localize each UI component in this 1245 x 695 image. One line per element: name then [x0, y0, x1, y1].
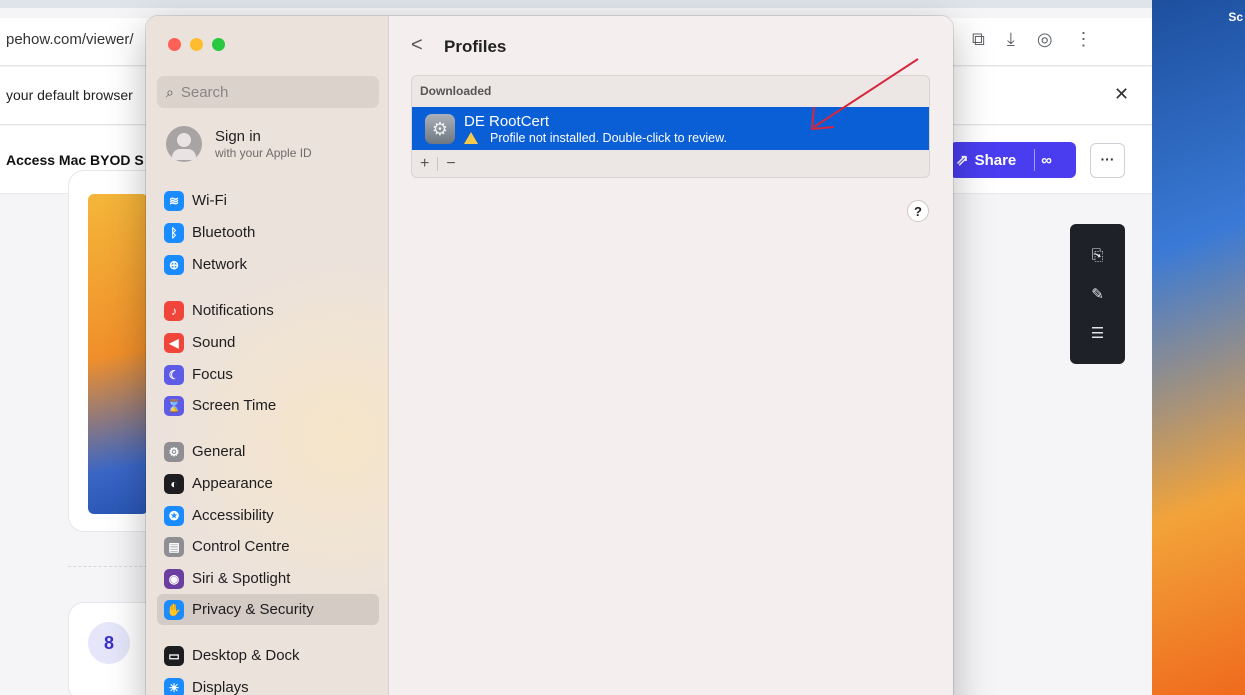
sidebar-item-label: General — [192, 443, 246, 460]
page-title: Profiles — [444, 37, 507, 56]
sidebar-item-wifi[interactable]: ≋ Wi-Fi — [157, 185, 379, 216]
sidebar-item-privacy-security[interactable]: ✋ Privacy & Security — [157, 594, 379, 625]
sidebar-item-label: Desktop & Dock — [192, 647, 300, 664]
sidebar-item-network[interactable]: ⊕ Network — [157, 249, 379, 280]
sidebar-item-sound[interactable]: ◀ Sound — [157, 327, 379, 358]
desktop-label: Sc — [1228, 10, 1243, 24]
search-input[interactable]: ⌕ Search — [157, 76, 379, 108]
sidebar-item-label: Notifications — [192, 302, 274, 319]
sidebar-item-label: Bluetooth — [192, 224, 256, 241]
editor-toolbox: ⎘ ✎ ☰ — [1070, 224, 1125, 364]
sidebar-item-label: Focus — [192, 366, 233, 383]
add-page-icon[interactable]: ⎘ — [1091, 247, 1103, 264]
apple-id-signin[interactable]: Sign in with your Apple ID — [166, 126, 376, 166]
sidebar-item-label: Network — [192, 256, 248, 273]
share-icon: ⇗ — [956, 152, 969, 169]
divider — [437, 157, 439, 171]
siri-icon: ◉ — [164, 568, 184, 589]
settings-sidebar: ⌕ Search Sign in with your Apple ID ≋ Wi… — [146, 16, 389, 695]
section-header: Downloaded — [420, 84, 492, 98]
sidebar-item-label: Siri & Spotlight — [192, 570, 291, 587]
sidebar-item-bluetooth[interactable]: ᛒ Bluetooth — [157, 217, 379, 248]
toggles-icon: ▤ — [164, 536, 184, 557]
browser-toolbar-icons: ⧉ ⤓ ◎ ⋮ — [972, 26, 1093, 52]
annotation-arrow — [810, 58, 919, 131]
profile-status-text: Profile not installed. Double-click to r… — [490, 131, 727, 145]
bell-icon: ♪ — [164, 300, 184, 321]
remove-profile-button[interactable]: − — [446, 155, 455, 173]
sidebar-item-notifications[interactable]: ♪ Notifications — [157, 295, 379, 326]
arrow-shaft — [813, 58, 919, 128]
sidebar-item-focus[interactable]: ☾ Focus — [157, 359, 379, 390]
url-text[interactable]: pehow.com/viewer/ — [6, 31, 134, 48]
profile-icon[interactable]: ◎ — [1037, 29, 1053, 50]
share-button[interactable]: ⇗ Share ∞ — [950, 142, 1076, 178]
add-profile-button[interactable]: + — [420, 155, 429, 173]
share-label: Share — [974, 151, 1017, 169]
sun-icon: ☀ — [164, 677, 184, 695]
sidebar-item-desktop-dock[interactable]: ▭ Desktop & Dock — [157, 640, 379, 671]
hand-icon: ✋ — [164, 599, 184, 620]
back-button[interactable]: < — [411, 34, 423, 57]
gear-icon: ⚙ — [164, 441, 184, 462]
sidebar-item-label: Privacy & Security — [192, 601, 314, 618]
sliders-icon[interactable]: ☰ — [1091, 324, 1104, 342]
more-options-button[interactable]: ··· — [1090, 143, 1125, 178]
sidebar-item-label: Appearance — [192, 475, 273, 492]
close-window-button[interactable] — [168, 38, 181, 51]
appearance-icon: ◐ — [164, 473, 184, 494]
minimize-window-button[interactable] — [190, 38, 203, 51]
link-icon[interactable]: ∞ — [1041, 152, 1052, 169]
wifi-icon: ≋ — [164, 190, 184, 211]
infobar-close-icon[interactable]: ✕ — [1114, 84, 1129, 105]
sidebar-item-siri-spotlight[interactable]: ◉ Siri & Spotlight — [157, 563, 379, 594]
download-icon[interactable]: ⤓ — [1007, 29, 1015, 50]
sidebar-item-displays[interactable]: ☀ Displays — [157, 672, 379, 695]
speaker-icon: ◀ — [164, 332, 184, 353]
sidebar-item-label: Control Centre — [192, 538, 290, 555]
infobar-text: your default browser — [6, 87, 133, 103]
profile-name: DE RootCert — [464, 113, 550, 130]
window-controls — [168, 38, 225, 51]
profile-status: Profile not installed. Double-click to r… — [464, 131, 727, 145]
step-screenshot-image — [88, 194, 148, 514]
help-button[interactable]: ? — [907, 200, 929, 222]
hourglass-icon: ⌛ — [164, 395, 184, 416]
profile-gear-icon: ⚙ — [425, 114, 455, 144]
menu-icon[interactable]: ⋮ — [1075, 29, 1093, 50]
globe-icon: ⊕ — [164, 254, 184, 275]
sidebar-item-label: Screen Time — [192, 397, 277, 414]
divider — [1034, 149, 1036, 171]
sidebar-item-label: Sound — [192, 334, 236, 351]
sidebar-item-general[interactable]: ⚙ General — [157, 436, 379, 467]
sidebar-item-label: Wi-Fi — [192, 192, 227, 209]
list-footer: + − — [412, 150, 929, 177]
step-number-badge: 8 — [88, 622, 130, 664]
signin-title: Sign in — [215, 128, 261, 145]
bluetooth-icon: ᛒ — [164, 222, 184, 243]
sidebar-item-control-centre[interactable]: ▤ Control Centre — [157, 531, 379, 562]
dock-icon: ▭ — [164, 645, 184, 666]
avatar — [166, 126, 202, 162]
moon-icon: ☾ — [164, 364, 184, 385]
sidebar-item-label: Displays — [192, 679, 249, 695]
sidebar-item-screen-time[interactable]: ⌛ Screen Time — [157, 390, 379, 421]
page-title: Access Mac BYOD S — [6, 152, 144, 168]
accessibility-icon: ✪ — [164, 505, 184, 526]
signin-subtitle: with your Apple ID — [215, 146, 312, 160]
search-placeholder: Search — [180, 83, 229, 101]
search-icon: ⌕ — [166, 83, 174, 100]
sidebar-item-accessibility[interactable]: ✪ Accessibility — [157, 500, 379, 531]
sidebar-item-label: Accessibility — [192, 507, 274, 524]
desktop-wallpaper: Sc — [1152, 0, 1245, 695]
sidebar-item-appearance[interactable]: ◐ Appearance — [157, 468, 379, 499]
brush-icon[interactable]: ✎ — [1091, 285, 1104, 303]
warning-icon — [464, 132, 478, 144]
extensions-icon[interactable]: ⧉ — [972, 29, 985, 50]
tab-strip — [0, 0, 1152, 8]
zoom-window-button[interactable] — [212, 38, 225, 51]
